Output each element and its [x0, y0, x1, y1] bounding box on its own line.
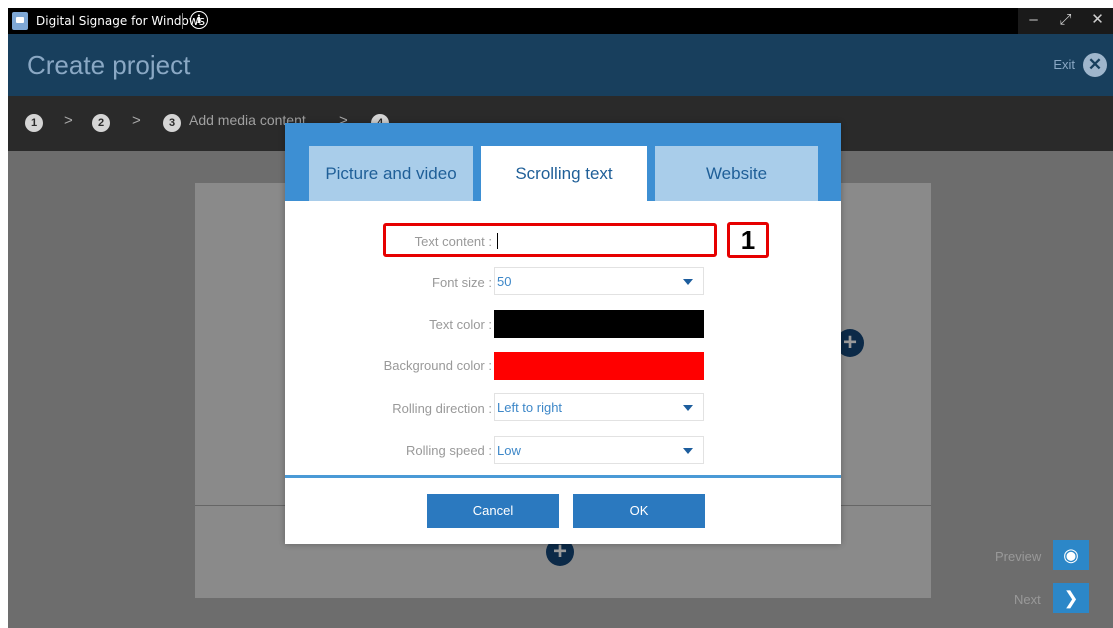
- next-label: Next: [1014, 592, 1041, 607]
- font-size-label: Font size :: [432, 275, 492, 290]
- exit-label[interactable]: Exit: [1053, 34, 1075, 96]
- info-icon[interactable]: i: [190, 11, 208, 29]
- preview-label: Preview: [995, 549, 1042, 564]
- close-icon[interactable]: ✕: [1083, 53, 1107, 77]
- highlight-box: [383, 223, 717, 257]
- step-chevron-icon: >: [64, 112, 73, 129]
- page-title: Create project: [27, 50, 191, 80]
- minimize-button[interactable]: –: [1018, 8, 1049, 34]
- rolling-direction-value: Left to right: [497, 400, 563, 415]
- title-bar: Digital Signage for Windows i – ⤢ ✕: [8, 8, 1113, 34]
- callout-number: 1: [727, 222, 769, 258]
- font-size-select[interactable]: 50: [494, 267, 704, 295]
- tab-website[interactable]: Website: [655, 146, 818, 201]
- chevron-down-icon: [683, 405, 693, 411]
- background-color-label: Background color :: [383, 358, 492, 373]
- add-content-dialog: Picture and video Scrolling text Website…: [285, 123, 841, 544]
- font-size-value: 50: [497, 274, 512, 289]
- close-window-button[interactable]: ✕: [1082, 8, 1113, 34]
- rolling-direction-label: Rolling direction :: [392, 401, 492, 416]
- app-icon: [12, 12, 28, 30]
- tab-scrolling-text[interactable]: Scrolling text: [481, 146, 647, 201]
- rolling-speed-select[interactable]: Low: [494, 436, 704, 464]
- text-color-label: Text color :: [429, 317, 492, 332]
- background-color-swatch[interactable]: [494, 352, 704, 380]
- ok-button[interactable]: OK: [573, 494, 705, 528]
- cancel-button[interactable]: Cancel: [427, 494, 559, 528]
- rolling-direction-select[interactable]: Left to right: [494, 393, 704, 421]
- eye-icon[interactable]: ◉: [1053, 540, 1089, 570]
- title-separator: [182, 13, 183, 29]
- tab-picture-and-video[interactable]: Picture and video: [309, 146, 473, 201]
- rolling-speed-label: Rolling speed :: [406, 443, 492, 458]
- chevron-right-icon[interactable]: ❯: [1053, 583, 1089, 613]
- rolling-speed-value: Low: [497, 443, 521, 458]
- step-1-number: 1: [25, 114, 43, 132]
- step-chevron-icon: >: [132, 112, 141, 129]
- app-title: Digital Signage for Windows: [36, 14, 205, 28]
- window-controls: – ⤢ ✕: [1018, 8, 1113, 34]
- dialog-divider: [285, 475, 841, 478]
- text-color-swatch[interactable]: [494, 310, 704, 338]
- step-3-number: 3: [163, 114, 181, 132]
- step-2-number: 2: [92, 114, 110, 132]
- chevron-down-icon: [683, 279, 693, 285]
- maximize-button[interactable]: ⤢: [1050, 8, 1081, 34]
- chevron-down-icon: [683, 448, 693, 454]
